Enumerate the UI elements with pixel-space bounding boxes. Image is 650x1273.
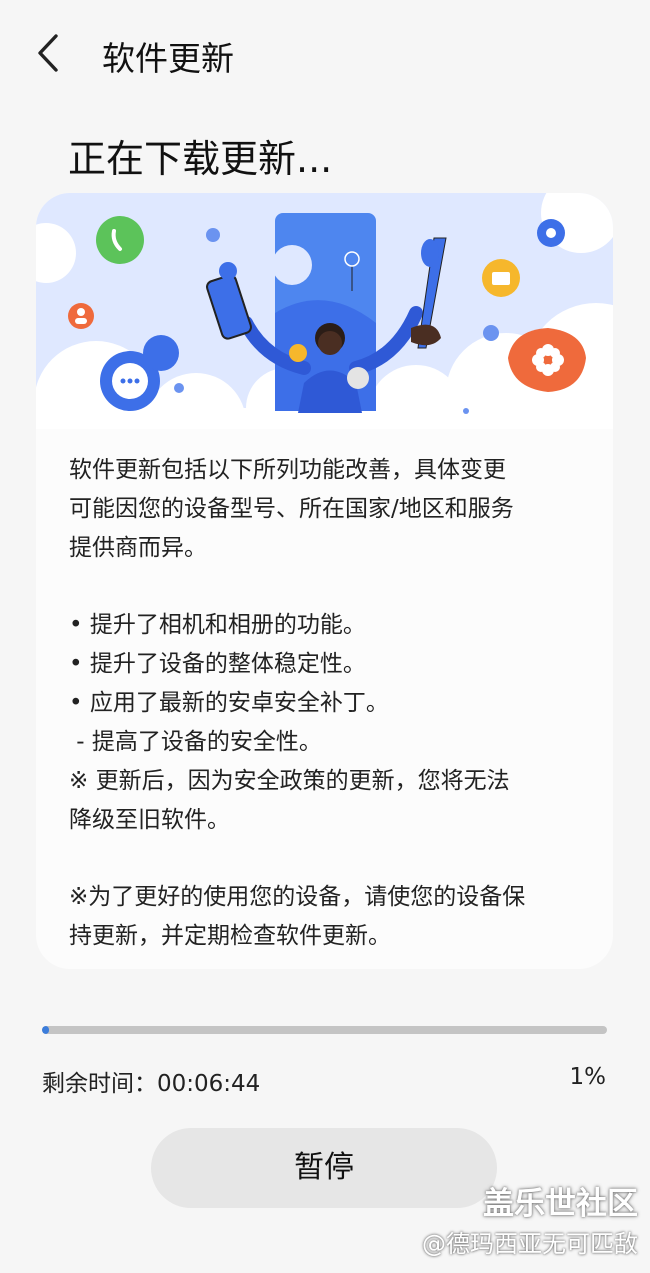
top-bar: 软件更新 (0, 0, 650, 110)
update-description: 软件更新包括以下所列功能改善，具体变更 可能因您的设备型号、所在国家/地区和服务… (69, 451, 589, 956)
remaining-time: 剩余时间：00:06:44 (42, 1064, 260, 1098)
progress-percent: 1% (569, 1064, 607, 1090)
intro-line: 可能因您的设备型号、所在国家/地区和服务 (69, 496, 514, 522)
header-title: 软件更新 (102, 39, 234, 78)
update-illustration (36, 193, 613, 429)
pause-button[interactable]: 暂停 (151, 1128, 497, 1208)
feature-item: • 提升了相机和相册的功能。 (69, 612, 366, 638)
watermark-user: @德玛西亚无可匹敌 (422, 1230, 638, 1258)
back-button[interactable] (30, 30, 70, 76)
feature-item: • 应用了最新的安卓安全补丁。 (69, 690, 389, 716)
download-status-title: 正在下载更新... (68, 137, 333, 181)
update-info-card: 软件更新包括以下所列功能改善，具体变更 可能因您的设备型号、所在国家/地区和服务… (36, 193, 613, 969)
remaining-time-label: 剩余时间： (42, 1071, 157, 1097)
folder-icon (482, 259, 520, 297)
feature-item: • 提升了设备的整体稳定性。 (69, 651, 366, 677)
feature-subitem: - 提高了设备的安全性。 (69, 729, 322, 755)
remaining-time-value: 00:06:44 (157, 1071, 261, 1097)
phone-icon (96, 216, 144, 264)
footer-line: 持更新，并定期检查软件更新。 (69, 923, 391, 949)
intro-line: 提供商而异。 (69, 535, 207, 561)
intro-line: 软件更新包括以下所列功能改善，具体变更 (69, 457, 506, 483)
notice-line: 降级至旧软件。 (69, 807, 230, 833)
progress-fill (42, 1026, 49, 1034)
footer-line: ※为了更好的使用您的设备，请使您的设备保 (69, 884, 526, 910)
notice-line: ※ 更新后，因为安全政策的更新，您将无法 (69, 768, 510, 794)
watermark-brand: 盖乐世社区 (483, 1186, 638, 1222)
chevron-left-icon (38, 34, 58, 72)
download-progress-bar (42, 1026, 607, 1034)
settings-icon (537, 219, 565, 247)
user-icon (68, 303, 94, 329)
